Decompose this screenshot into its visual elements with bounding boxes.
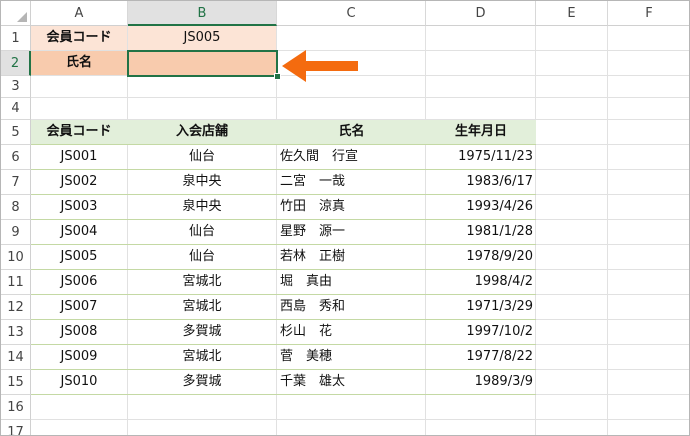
cell-b2-name-input-selected[interactable] [127, 50, 278, 77]
row-header-7[interactable]: 7 [1, 170, 31, 195]
row-header-5[interactable]: 5 [1, 120, 31, 145]
table-cell-birthdate[interactable]: 1978/9/20 [426, 245, 536, 269]
column-header-a[interactable]: A [31, 1, 128, 26]
table-cell-birthdate[interactable]: 1997/10/2 [426, 320, 536, 344]
table-cell-name[interactable]: 若林 正樹 [277, 245, 426, 269]
table-cell-member-code[interactable]: JS008 [31, 320, 127, 344]
cell-a1-member-code-label[interactable]: 会員コード [31, 26, 127, 50]
cell-a2-name-label[interactable]: 氏名 [31, 51, 127, 75]
table-cell-name[interactable]: 杉山 花 [277, 320, 426, 344]
table-cell-name[interactable]: 星野 源一 [277, 220, 426, 244]
table-cell-birthdate[interactable]: 1983/6/17 [426, 170, 536, 194]
table-cell-member-code[interactable]: JS006 [31, 270, 127, 294]
table-cell-name[interactable]: 千葉 雄太 [277, 370, 426, 394]
row-header-17[interactable]: 17 [1, 420, 31, 435]
table-cell-birthdate[interactable]: 1981/1/28 [426, 220, 536, 244]
table-row-border [31, 394, 536, 395]
gridline [607, 26, 608, 435]
table-cell-member-code[interactable]: JS009 [31, 345, 127, 369]
table-cell-store[interactable]: 泉中央 [127, 195, 277, 219]
table-header-store[interactable]: 入会店舗 [127, 120, 277, 144]
row-header-15[interactable]: 15 [1, 370, 31, 395]
row-header-14[interactable]: 14 [1, 345, 31, 370]
table-cell-birthdate[interactable]: 1971/3/29 [426, 295, 536, 319]
table-cell-store[interactable]: 泉中央 [127, 170, 277, 194]
table-cell-name[interactable]: 堀 真由 [277, 270, 426, 294]
table-header-member-code[interactable]: 会員コード [31, 120, 127, 144]
table-cell-store[interactable]: 仙台 [127, 220, 277, 244]
table-cell-store[interactable]: 多賀城 [127, 320, 277, 344]
left-arrow-icon [282, 47, 358, 89]
column-header-c[interactable]: C [277, 1, 426, 26]
table-cell-store[interactable]: 多賀城 [127, 370, 277, 394]
table-cell-name[interactable]: 西島 秀和 [277, 295, 426, 319]
table-cell-store[interactable]: 宮城北 [127, 295, 277, 319]
table-cell-store[interactable]: 宮城北 [127, 270, 277, 294]
table-cell-member-code[interactable]: JS001 [31, 145, 127, 169]
table-cell-birthdate[interactable]: 1998/4/2 [426, 270, 536, 294]
row-header-16[interactable]: 16 [1, 395, 31, 420]
row-header-8[interactable]: 8 [1, 195, 31, 220]
table-cell-birthdate[interactable]: 1977/8/22 [426, 345, 536, 369]
column-header-f[interactable]: F [608, 1, 689, 26]
column-header-row: A B C D E F [1, 1, 689, 26]
row-header-4[interactable]: 4 [1, 98, 31, 120]
spreadsheet-window: A B C D E F 1 2 3 4 5 6 7 8 9 10 11 12 1… [0, 0, 690, 436]
table-cell-name[interactable]: 佐久間 行宣 [277, 145, 426, 169]
table-cell-store[interactable]: 宮城北 [127, 345, 277, 369]
table-header-name[interactable]: 氏名 [277, 120, 426, 144]
select-all-corner[interactable] [1, 1, 31, 26]
column-header-d[interactable]: D [426, 1, 536, 26]
gridline [31, 97, 689, 98]
table-cell-name[interactable]: 二宮 一哉 [277, 170, 426, 194]
fill-handle[interactable] [274, 73, 281, 80]
table-cell-member-code[interactable]: JS005 [31, 245, 127, 269]
table-cell-store[interactable]: 仙台 [127, 245, 277, 269]
cell-b1-member-code-value[interactable]: JS005 [128, 26, 276, 50]
row-header-13[interactable]: 13 [1, 320, 31, 345]
table-cell-birthdate[interactable]: 1975/11/23 [426, 145, 536, 169]
table-cell-birthdate[interactable]: 1993/4/26 [426, 195, 536, 219]
table-cell-birthdate[interactable]: 1989/3/9 [426, 370, 536, 394]
table-cell-member-code[interactable]: JS007 [31, 295, 127, 319]
table-cell-member-code[interactable]: JS004 [31, 220, 127, 244]
table-cell-name[interactable]: 菅 美穂 [277, 345, 426, 369]
row-header-9[interactable]: 9 [1, 220, 31, 245]
table-cell-store[interactable]: 仙台 [127, 145, 277, 169]
table-cell-name[interactable]: 竹田 涼真 [277, 195, 426, 219]
table-cell-member-code[interactable]: JS010 [31, 370, 127, 394]
table-cell-member-code[interactable]: JS002 [31, 170, 127, 194]
column-header-e[interactable]: E [536, 1, 608, 26]
column-header-b[interactable]: B [128, 1, 277, 26]
gridline [31, 419, 689, 420]
table-header-birthdate[interactable]: 生年月日 [426, 120, 536, 144]
row-header-3[interactable]: 3 [1, 76, 31, 98]
row-header-11[interactable]: 11 [1, 270, 31, 295]
table-cell-member-code[interactable]: JS003 [31, 195, 127, 219]
row-header-12[interactable]: 12 [1, 295, 31, 320]
row-header-6[interactable]: 6 [1, 145, 31, 170]
row-header-2[interactable]: 2 [1, 51, 31, 76]
row-header-10[interactable]: 10 [1, 245, 31, 270]
select-all-triangle-icon [17, 12, 27, 22]
row-header-1[interactable]: 1 [1, 26, 31, 51]
